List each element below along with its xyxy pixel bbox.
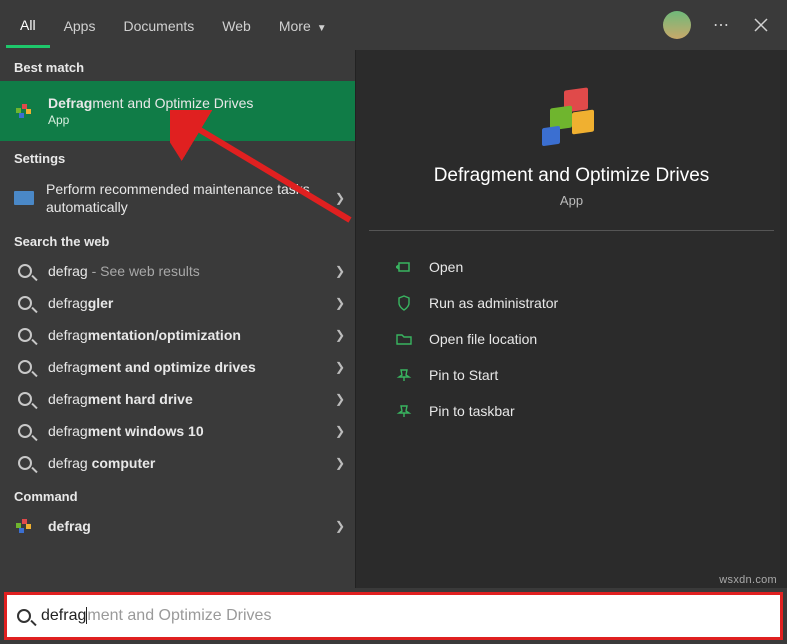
search-icon — [18, 296, 32, 310]
detail-title: Defragment and Optimize Drives — [434, 165, 710, 187]
start-search-window: All Apps Documents Web More▼ ⋯ Best matc… — [0, 0, 787, 644]
web-result-0[interactable]: defrag - See web results ❯ — [0, 255, 355, 287]
chevron-right-icon: ❯ — [335, 264, 345, 278]
watermark: wsxdn.com — [719, 574, 777, 586]
shield-icon — [395, 295, 413, 311]
results-panel: Best match Defragment and Optimize Drive… — [0, 50, 355, 588]
maintenance-icon — [14, 191, 34, 205]
web-result-6[interactable]: defrag computer ❯ — [0, 447, 355, 479]
pin-icon — [395, 404, 413, 418]
web-result-2[interactable]: defragmentation/optimization ❯ — [0, 319, 355, 351]
defrag-app-icon — [542, 89, 602, 145]
chevron-right-icon: ❯ — [335, 191, 345, 205]
search-icon — [18, 392, 32, 406]
tab-all[interactable]: All — [6, 3, 50, 48]
chevron-right-icon: ❯ — [335, 424, 345, 438]
pin-icon — [395, 368, 413, 382]
web-result-1[interactable]: defraggler ❯ — [0, 287, 355, 319]
defrag-icon — [16, 519, 34, 533]
chevron-right-icon: ❯ — [335, 296, 345, 310]
search-icon — [18, 328, 32, 342]
best-match-result[interactable]: Defragment and Optimize Drives App — [0, 81, 355, 141]
chevron-right-icon: ❯ — [335, 456, 345, 470]
section-search-web: Search the web — [0, 224, 355, 255]
web-result-4[interactable]: defragment hard drive ❯ — [0, 383, 355, 415]
open-icon — [395, 260, 413, 274]
close-icon[interactable] — [741, 5, 781, 45]
web-result-5[interactable]: defragment windows 10 ❯ — [0, 415, 355, 447]
tab-web[interactable]: Web — [208, 4, 265, 46]
search-bar[interactable]: defragment and Optimize Drives — [4, 592, 783, 640]
search-icon — [18, 360, 32, 374]
web-result-3[interactable]: defragment and optimize drives ❯ — [0, 351, 355, 383]
chevron-right-icon: ❯ — [335, 392, 345, 406]
search-icon — [17, 609, 31, 623]
action-run-as-admin[interactable]: Run as administrator — [375, 285, 768, 321]
action-pin-to-start[interactable]: Pin to Start — [375, 357, 768, 393]
tab-more[interactable]: More▼ — [265, 4, 341, 46]
avatar[interactable] — [663, 11, 691, 39]
search-icon — [18, 424, 32, 438]
chevron-right-icon: ❯ — [335, 360, 345, 374]
defrag-icon — [16, 104, 34, 118]
folder-icon — [395, 332, 413, 346]
action-open-file-location[interactable]: Open file location — [375, 321, 768, 357]
search-icon — [18, 456, 32, 470]
action-open[interactable]: Open — [375, 249, 768, 285]
settings-result[interactable]: Perform recommended maintenance tasks au… — [0, 172, 355, 224]
detail-panel: Defragment and Optimize Drives App Open … — [355, 50, 787, 588]
command-result[interactable]: defrag ❯ — [0, 510, 355, 542]
detail-subtitle: App — [560, 193, 583, 208]
tab-apps[interactable]: Apps — [50, 4, 110, 46]
ellipsis-icon[interactable]: ⋯ — [701, 5, 741, 45]
tab-bar: All Apps Documents Web More▼ ⋯ — [0, 0, 787, 50]
chevron-right-icon: ❯ — [335, 519, 345, 533]
section-best-match: Best match — [0, 50, 355, 81]
tab-documents[interactable]: Documents — [109, 4, 208, 46]
chevron-right-icon: ❯ — [335, 328, 345, 342]
section-settings: Settings — [0, 141, 355, 172]
search-icon — [18, 264, 32, 278]
section-command: Command — [0, 479, 355, 510]
search-typed-text: defragment and Optimize Drives — [41, 607, 271, 625]
action-pin-to-taskbar[interactable]: Pin to taskbar — [375, 393, 768, 429]
